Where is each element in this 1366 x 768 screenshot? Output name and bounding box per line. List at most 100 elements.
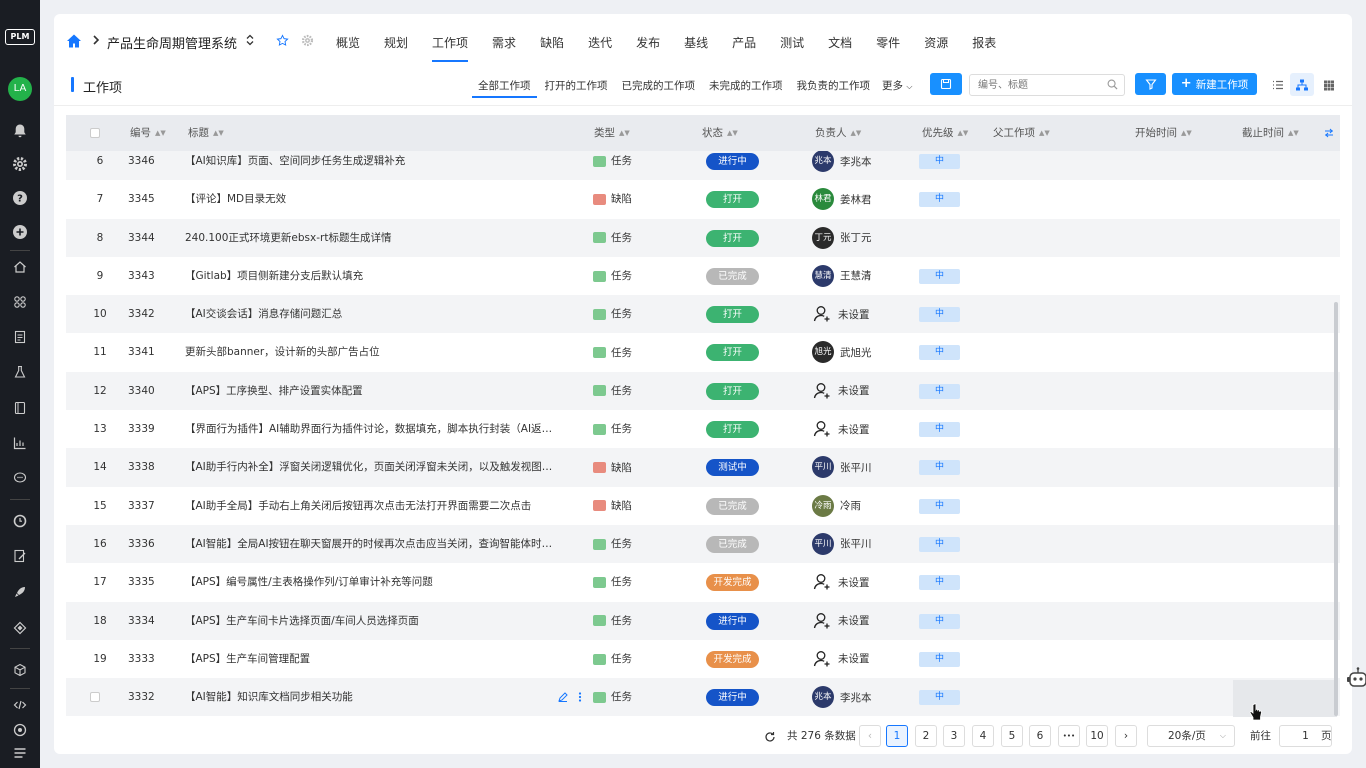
flask-icon[interactable] — [10, 362, 30, 382]
add-icon[interactable] — [10, 222, 30, 242]
status-badge[interactable]: 已完成 — [706, 535, 759, 553]
workitem-id[interactable]: 3339 — [128, 410, 168, 448]
nav-tab[interactable]: 迭代 — [576, 14, 624, 64]
nav-tab[interactable]: 测试 — [768, 14, 816, 64]
more-actions-icon[interactable] — [577, 691, 583, 703]
priority-badge[interactable]: 中 — [919, 154, 960, 169]
status-badge[interactable]: 已完成 — [706, 497, 759, 515]
assignee[interactable]: 平川 张平川 — [812, 456, 872, 479]
view-tab[interactable]: 打开的工作项 — [539, 74, 614, 97]
col-due[interactable]: 截止时间 ▲▼ — [1242, 115, 1299, 151]
column-settings-icon[interactable] — [1324, 128, 1334, 138]
view-tab[interactable]: 我负责的工作项 — [791, 74, 877, 97]
table-row[interactable]: 12 3340 【APS】工序换型、排产设置实体配置 任务 打开 未设置 中 — [66, 371, 1340, 411]
table-row[interactable]: 11 3341 更新头部banner，设计新的头部广告占位 任务 打开 旭光 武旭光 中 — [66, 333, 1340, 371]
status-badge[interactable]: 打开 — [706, 191, 759, 209]
priority-badge[interactable]: 中 — [919, 613, 960, 629]
status-badge[interactable]: 打开 — [706, 229, 759, 247]
priority-badge[interactable]: 中 — [919, 498, 960, 514]
nav-tab[interactable]: 文档 — [816, 14, 864, 64]
table-row[interactable]: 19 3333 【APS】生产车间管理配置 任务 开发完成 未设置 中 — [66, 640, 1340, 678]
assignee[interactable]: 未设置 — [812, 571, 870, 593]
page-button[interactable]: 1 — [886, 725, 908, 747]
home-icon[interactable] — [66, 33, 82, 49]
book-icon[interactable] — [10, 398, 30, 418]
col-id[interactable]: 编号 ▲▼ — [130, 115, 166, 151]
status-badge[interactable]: 开发完成 — [706, 574, 759, 592]
view-tab[interactable]: 全部工作项 — [472, 74, 537, 98]
home-icon[interactable] — [10, 257, 30, 277]
new-workitem-button[interactable]: + 新建工作项 — [1172, 73, 1257, 95]
view-tab[interactable]: 未完成的工作项 — [703, 74, 789, 97]
workitem-title[interactable]: 【AI助手全局】手动右上角关闭后按钮再次点击无法打开界面需要二次点击 — [185, 487, 555, 525]
status-badge[interactable]: 打开 — [706, 344, 759, 362]
workitem-id[interactable]: 3344 — [128, 219, 168, 257]
row-checkbox[interactable] — [90, 692, 100, 703]
table-row[interactable]: 17 3335 【APS】编号属性/主表格操作列/订单审计补充等问题 任务 开发完成 未设… — [66, 563, 1340, 601]
assignee[interactable]: 未设置 — [812, 303, 870, 325]
user-avatar[interactable]: LA — [8, 77, 32, 101]
assignee[interactable]: 未设置 — [812, 418, 870, 440]
assignee[interactable]: 兆本 李兆本 — [812, 686, 872, 709]
edit-doc-icon[interactable] — [10, 546, 30, 566]
nav-tab[interactable]: 工作项 — [420, 14, 480, 64]
page-button[interactable]: 10 — [1086, 725, 1108, 747]
workitem-id[interactable]: 3334 — [128, 602, 168, 640]
col-parent[interactable]: 父工作项 ▲▼ — [993, 115, 1050, 151]
workitem-title[interactable]: 更新头部banner，设计新的头部广告占位 — [185, 333, 555, 371]
status-badge[interactable]: 打开 — [706, 382, 759, 400]
workitem-id[interactable]: 3337 — [128, 487, 168, 525]
bell-icon[interactable] — [10, 121, 30, 141]
nav-tab[interactable]: 资源 — [912, 14, 960, 64]
status-badge[interactable]: 开发完成 — [706, 650, 759, 668]
more-views-dropdown[interactable]: 更多 ⌵ — [878, 74, 916, 97]
table-row[interactable]: 18 3334 【APS】生产车间卡片选择页面/车间人员选择页面 任务 进行中 未设置 中 — [66, 601, 1340, 640]
page-button[interactable]: 6 — [1029, 725, 1051, 747]
workitem-id[interactable]: 3340 — [128, 372, 168, 410]
status-badge[interactable]: 进行中 — [706, 689, 759, 707]
priority-badge[interactable]: 中 — [919, 268, 960, 284]
help-icon[interactable]: ? — [10, 188, 30, 208]
table-row[interactable]: 16 3336 【AI智能】全局AI按钮在聊天窗展开的时候再次点击应当关闭，查询智能… — [66, 524, 1340, 564]
nav-tab[interactable]: 零件 — [864, 14, 912, 64]
add-assignee-icon[interactable] — [812, 381, 832, 401]
assignee[interactable]: 未设置 — [812, 380, 870, 402]
workitem-title[interactable]: 【界面行为插件】AI辅助界面行为插件讨论，数据填充，脚本执行封装（AI返回） — [185, 410, 555, 448]
nav-tab[interactable]: 规划 — [372, 14, 420, 64]
assignee[interactable]: 兆本 李兆本 — [812, 150, 872, 172]
status-badge[interactable]: 进行中 — [706, 153, 759, 170]
workitem-id[interactable]: 3332 — [128, 678, 168, 716]
status-badge[interactable]: 已完成 — [706, 267, 759, 285]
prev-page-button[interactable]: ‹ — [859, 725, 881, 747]
switch-project-icon[interactable] — [243, 33, 257, 47]
workitem-id[interactable]: 3345 — [128, 180, 168, 218]
layers-icon[interactable] — [10, 618, 30, 638]
priority-badge[interactable]: 中 — [919, 536, 960, 552]
list-view-icon[interactable] — [1271, 78, 1285, 92]
assignee[interactable]: 丁元 张丁元 — [812, 226, 872, 249]
add-assignee-icon[interactable] — [812, 304, 832, 324]
workitem-title[interactable]: 【AI智能】全局AI按钮在聊天窗展开的时候再次点击应当关闭，查询智能体时应当… — [185, 525, 555, 563]
vertical-scrollbar[interactable] — [1334, 302, 1338, 716]
workitem-id[interactable]: 3333 — [128, 640, 168, 678]
assignee[interactable]: 林君 姜林君 — [812, 188, 872, 211]
priority-badge[interactable]: 中 — [919, 690, 960, 706]
page-size-select[interactable]: 20条/页 ⌵ — [1147, 725, 1235, 747]
filter-button[interactable] — [1135, 73, 1166, 95]
code-icon[interactable] — [10, 695, 30, 715]
add-assignee-icon[interactable] — [812, 419, 832, 439]
nav-tab[interactable]: 发布 — [624, 14, 672, 64]
workitem-id[interactable]: 3335 — [128, 563, 168, 601]
nav-tab[interactable]: 需求 — [480, 14, 528, 64]
refresh-icon[interactable] — [764, 731, 776, 743]
page-button[interactable]: 5 — [1001, 725, 1023, 747]
assignee[interactable]: 慧清 王慧清 — [812, 264, 872, 287]
add-assignee-icon[interactable] — [812, 649, 832, 669]
priority-badge[interactable]: 中 — [919, 192, 960, 208]
add-assignee-icon[interactable] — [812, 572, 832, 592]
workitem-title[interactable]: 【AI助手行内补全】浮窗关闭逻辑优化，页面关闭浮窗未关闭，以及触发视图数… — [185, 448, 555, 486]
grid-view-icon[interactable] — [1322, 78, 1336, 92]
workitem-id[interactable]: 3342 — [128, 295, 168, 333]
document-icon[interactable] — [10, 327, 30, 347]
priority-badge[interactable]: 中 — [919, 345, 960, 361]
